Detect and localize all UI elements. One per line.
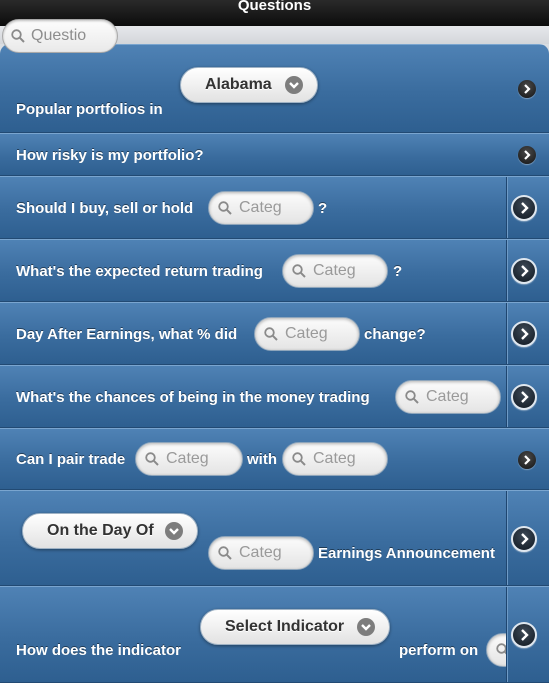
- category-placeholder: Categ: [426, 388, 469, 405]
- chevron-right-icon[interactable]: [518, 451, 536, 469]
- day-select[interactable]: On the Day Of: [22, 513, 198, 549]
- chevron-right-icon[interactable]: [518, 80, 536, 98]
- search-icon: [218, 546, 232, 560]
- category-input-clip: [486, 633, 506, 667]
- chevron-right-icon[interactable]: [518, 146, 536, 164]
- list-item-pair-trade[interactable]: Can I pair trade Categ with Categ: [0, 428, 549, 490]
- state-select-value: Alabama: [205, 76, 272, 93]
- row-suffix: ?: [318, 200, 328, 217]
- row-label: Popular portfolios in: [16, 101, 163, 118]
- search-icon: [405, 390, 419, 404]
- row-label: Can I pair trade: [16, 451, 126, 468]
- list-item-day-after-earnings[interactable]: Day After Earnings, what % did Categ cha…: [0, 302, 549, 365]
- chevron-right-icon[interactable]: [511, 384, 537, 410]
- chevron-down-icon: [165, 522, 183, 540]
- list-item-popular-portfolios[interactable]: Popular portfolios in Alabama: [0, 44, 549, 133]
- chevron-right-icon[interactable]: [511, 526, 537, 552]
- row-suffix: perform on: [399, 642, 479, 659]
- row-label: What's the chances of being in the money…: [16, 389, 370, 406]
- category-input[interactable]: Categ: [208, 536, 314, 570]
- question-list: Popular portfolios in Alabama How risky …: [0, 44, 549, 683]
- chevron-down-icon: [357, 618, 375, 636]
- row-suffix: Earnings Announcement: [318, 545, 495, 562]
- row-label: How risky is my portfolio?: [16, 147, 204, 164]
- row-suffix: ?: [393, 263, 403, 280]
- divider: [506, 366, 507, 427]
- state-select[interactable]: Alabama: [180, 67, 318, 103]
- list-item-indicator-performance[interactable]: How does the indicator Select Indicator …: [0, 586, 549, 683]
- search-placeholder: Questio: [31, 27, 87, 44]
- category-placeholder: Categ: [239, 199, 282, 216]
- divider: [506, 491, 507, 585]
- category-input-first[interactable]: Categ: [135, 442, 243, 476]
- search-input[interactable]: Questio: [2, 19, 118, 53]
- divider: [506, 587, 507, 682]
- row-suffix: change?: [364, 326, 426, 343]
- list-item-portfolio-risk[interactable]: How risky is my portfolio?: [0, 133, 549, 176]
- list-item-earnings-announcement[interactable]: On the Day Of Categ Earnings Announcemen…: [0, 490, 549, 586]
- row-label: Day After Earnings, what % did: [16, 326, 238, 343]
- page-title: Questions: [237, 0, 312, 14]
- category-placeholder: Categ: [166, 450, 209, 467]
- chevron-down-icon: [285, 76, 303, 94]
- category-placeholder: Categ: [313, 450, 356, 467]
- search-icon: [292, 452, 306, 466]
- category-input-second[interactable]: Categ: [282, 442, 388, 476]
- category-input[interactable]: Categ: [208, 191, 314, 225]
- category-input[interactable]: [486, 633, 506, 667]
- chevron-right-icon[interactable]: [511, 622, 537, 648]
- search-icon: [145, 452, 159, 466]
- day-select-value: On the Day Of: [47, 522, 154, 539]
- category-placeholder: Categ: [285, 325, 328, 342]
- category-placeholder: Categ: [313, 262, 356, 279]
- row-label: What's the expected return trading: [16, 263, 263, 280]
- list-item-expected-return[interactable]: What's the expected return trading Categ…: [0, 239, 549, 302]
- category-placeholder: Categ: [239, 544, 282, 561]
- chevron-right-icon[interactable]: [511, 195, 537, 221]
- search-icon: [292, 264, 306, 278]
- divider: [506, 177, 507, 238]
- row-connector: with: [247, 451, 277, 468]
- category-input[interactable]: Categ: [395, 380, 501, 414]
- row-label: Should I buy, sell or hold: [16, 200, 194, 217]
- category-input[interactable]: Categ: [254, 317, 360, 351]
- list-item-in-the-money[interactable]: What's the chances of being in the money…: [0, 365, 549, 428]
- chevron-right-icon[interactable]: [511, 258, 537, 284]
- chevron-right-icon[interactable]: [511, 321, 537, 347]
- search-icon: [496, 643, 506, 655]
- indicator-select-value: Select Indicator: [225, 618, 345, 635]
- search-icon: [218, 201, 232, 215]
- row-label: How does the indicator: [16, 642, 182, 659]
- list-item-buy-sell-hold[interactable]: Should I buy, sell or hold Categ ?: [0, 176, 549, 239]
- search-icon: [11, 29, 25, 43]
- divider: [506, 240, 507, 301]
- indicator-select[interactable]: Select Indicator: [200, 609, 390, 645]
- search-icon: [264, 327, 278, 341]
- category-input[interactable]: Categ: [282, 254, 388, 288]
- divider: [506, 303, 507, 364]
